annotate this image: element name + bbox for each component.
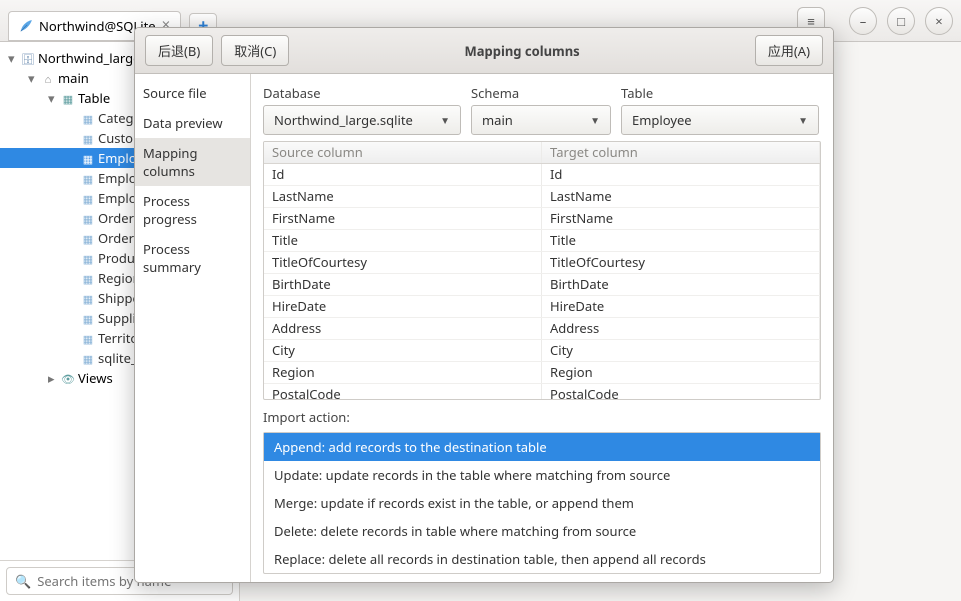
window-maximize-button[interactable]: □ xyxy=(887,7,915,35)
schema-label: Schema xyxy=(471,84,611,102)
mapping-row[interactable]: TitleTitle xyxy=(264,230,820,252)
import-action-option[interactable]: Replace: delete all records in destinati… xyxy=(264,545,820,573)
wizard-step[interactable]: Data preview xyxy=(135,108,250,138)
wizard-step[interactable]: Process summary xyxy=(135,234,250,282)
back-button[interactable]: 后退(B) xyxy=(145,35,213,66)
table-combo[interactable]: Employee▼ xyxy=(621,105,819,135)
mapping-row[interactable]: AddressAddress xyxy=(264,318,820,340)
column-mapping-grid[interactable]: Source column Target column IdIdLastName… xyxy=(263,141,821,400)
apply-button[interactable]: 应用(A) xyxy=(755,35,823,66)
wizard-step[interactable]: Source file xyxy=(135,78,250,108)
mapping-row[interactable]: FirstNameFirstName xyxy=(264,208,820,230)
import-action-option[interactable]: Merge: update if records exist in the ta… xyxy=(264,489,820,517)
dialog-titlebar: 后退(B) 取消(C) Mapping columns 应用(A) xyxy=(135,28,833,74)
mapping-row[interactable]: IdId xyxy=(264,164,820,186)
import-action-list[interactable]: Append: add records to the destination t… xyxy=(263,432,821,574)
mapping-row[interactable]: LastNameLastName xyxy=(264,186,820,208)
chevron-down-icon: ▼ xyxy=(440,113,450,127)
window-minimize-button[interactable]: – xyxy=(849,7,877,35)
import-action-option[interactable]: Append: add records to the destination t… xyxy=(264,433,820,461)
grid-header-source: Source column xyxy=(264,142,542,163)
mapping-row[interactable]: TitleOfCourtesyTitleOfCourtesy xyxy=(264,252,820,274)
window-close-button[interactable]: × xyxy=(925,7,953,35)
database-label: Database xyxy=(263,84,461,102)
database-combo[interactable]: Northwind_large.sqlite▼ xyxy=(263,105,461,135)
import-wizard-dialog: 后退(B) 取消(C) Mapping columns 应用(A) Source… xyxy=(134,27,834,583)
cancel-button[interactable]: 取消(C) xyxy=(221,35,289,66)
wizard-step[interactable]: Mapping columns xyxy=(135,138,250,186)
mapping-row[interactable]: CityCity xyxy=(264,340,820,362)
import-action-option[interactable]: Update: update records in the table wher… xyxy=(264,461,820,489)
mapping-row[interactable]: HireDateHireDate xyxy=(264,296,820,318)
chevron-down-icon: ▼ xyxy=(590,113,600,127)
mapping-row[interactable]: PostalCodePostalCode xyxy=(264,384,820,400)
wizard-step[interactable]: Process progress xyxy=(135,186,250,234)
editor-area: 后退(B) 取消(C) Mapping columns 应用(A) Source… xyxy=(240,42,961,601)
chevron-down-icon: ▼ xyxy=(798,113,808,127)
mapping-row[interactable]: BirthDateBirthDate xyxy=(264,274,820,296)
feather-icon xyxy=(19,19,33,33)
wizard-step-list: Source fileData previewMapping columnsPr… xyxy=(135,74,251,582)
import-action-option[interactable]: Delete: delete records in table where ma… xyxy=(264,517,820,545)
grid-header-target: Target column xyxy=(542,142,820,163)
schema-combo[interactable]: main▼ xyxy=(471,105,611,135)
import-action-label: Import action: xyxy=(263,408,821,426)
table-label: Table xyxy=(621,84,819,102)
mapping-row[interactable]: RegionRegion xyxy=(264,362,820,384)
search-icon: 🔍 xyxy=(15,572,31,590)
dialog-title: Mapping columns xyxy=(297,42,747,60)
